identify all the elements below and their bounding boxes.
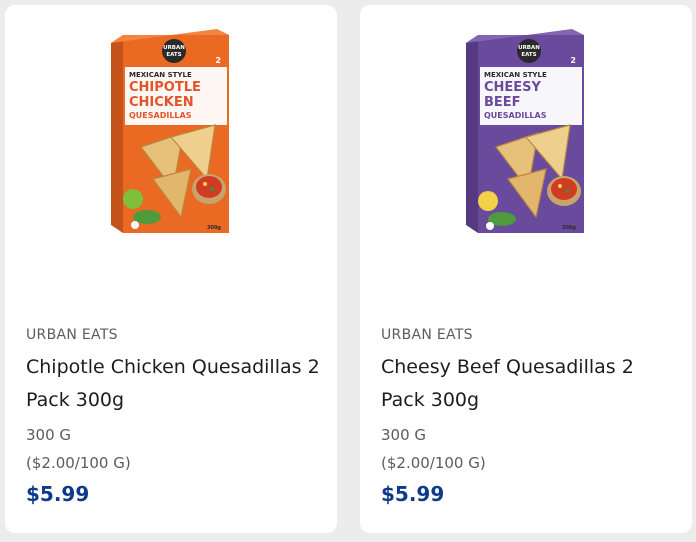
brand-logo-icon: [162, 39, 186, 63]
box-name-line-2: CHICKEN: [129, 95, 194, 110]
product-title[interactable]: Chipotle Chicken Quesadillas 2 Pack 300g: [26, 351, 326, 417]
box-style-text: MEXICAN STYLE: [129, 71, 192, 79]
box-name-line-1: CHIPOTLE: [129, 80, 201, 95]
product-unit-price: ($2.00/100 G): [381, 454, 486, 472]
box-weight: 300g: [207, 225, 221, 231]
box-sub-text: QUESADILLAS: [484, 111, 547, 120]
lemon: [478, 191, 498, 211]
product-brand: URBAN EATS: [381, 327, 473, 343]
box-weight: 300g: [562, 225, 576, 231]
product-price: $5.99: [381, 482, 445, 506]
product-card[interactable]: URBAN EATS 2 MEXICAN STYLE CHEESY BEEF Q…: [360, 5, 692, 533]
box-sub-text: QUESADILLAS: [129, 111, 192, 120]
box-name-line-2: BEEF: [484, 95, 521, 110]
product-unit-price: ($2.00/100 G): [26, 454, 131, 472]
badge-icon: [131, 221, 139, 229]
salsa: [196, 176, 222, 198]
salsa: [551, 178, 577, 200]
box-name-line-1: CHEESY: [484, 80, 542, 95]
badge-icon: [486, 222, 494, 230]
box-count: 2: [215, 56, 221, 65]
product-size: 300 G: [381, 426, 427, 444]
product-brand: URBAN EATS: [26, 327, 118, 343]
logo-line-2: EATS: [521, 52, 536, 58]
box-style-text: MEXICAN STYLE: [484, 71, 547, 79]
product-title[interactable]: Cheesy Beef Quesadillas 2 Pack 300g: [381, 351, 681, 417]
lime: [123, 189, 143, 209]
product-image[interactable]: URBAN EATS 2 MEXICAN STYLE CHIPOTLE CHIC…: [111, 29, 231, 235]
logo-line-2: EATS: [166, 52, 181, 58]
product-image[interactable]: URBAN EATS 2 MEXICAN STYLE CHEESY BEEF Q…: [466, 29, 586, 235]
box-count: 2: [570, 56, 576, 65]
product-size: 300 G: [26, 426, 72, 444]
box-side: [466, 35, 478, 233]
brand-logo-icon: [517, 39, 541, 63]
product-price: $5.99: [26, 482, 90, 506]
product-card[interactable]: URBAN EATS 2 MEXICAN STYLE CHIPOTLE CHIC…: [5, 5, 337, 533]
box-side: [111, 35, 123, 233]
logo-line-1: URBAN: [518, 45, 540, 51]
logo-line-1: URBAN: [163, 45, 185, 51]
